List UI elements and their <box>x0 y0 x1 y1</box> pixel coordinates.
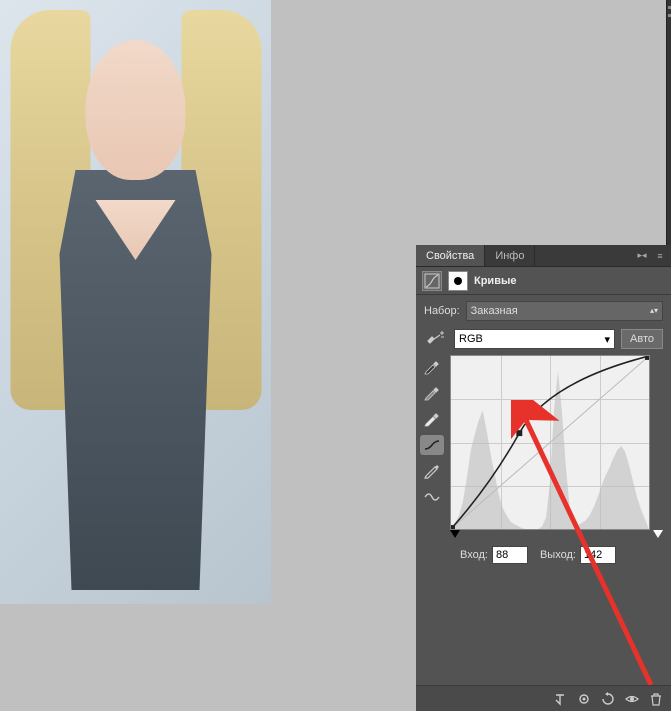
preset-label: Набор: <box>424 305 460 317</box>
channel-value: RGB <box>459 333 483 345</box>
curve-black-point[interactable] <box>451 525 455 529</box>
panel-menu-icon[interactable]: ≡ <box>653 249 667 263</box>
adjustment-title: Кривые <box>474 275 516 287</box>
curves-graph[interactable] <box>450 355 650 530</box>
baseline <box>451 356 649 529</box>
panel-dock-right[interactable] <box>666 0 671 250</box>
black-point-slider[interactable] <box>450 530 460 538</box>
dropdown-icon: ▾ <box>604 333 610 346</box>
smooth-curve-icon[interactable] <box>420 487 444 507</box>
tab-info[interactable]: Инфо <box>485 245 535 266</box>
adjustment-header: Кривые <box>416 267 671 295</box>
input-label: Вход: <box>460 549 488 561</box>
preset-value: Заказная <box>471 305 518 317</box>
curves-adjustment-icon[interactable] <box>422 271 442 291</box>
visibility-icon[interactable] <box>621 689 643 709</box>
tab-properties[interactable]: Свойства <box>416 245 485 266</box>
image-content <box>0 0 271 604</box>
view-previous-icon[interactable] <box>573 689 595 709</box>
reset-icon[interactable] <box>597 689 619 709</box>
layer-mask-icon[interactable] <box>448 271 468 291</box>
panel-tabs: Свойства Инфо ▸◂ ≡ <box>416 245 671 267</box>
curve-control-point[interactable] <box>516 430 522 436</box>
input-field[interactable]: 88 <box>492 546 528 564</box>
pencil-tool-icon[interactable] <box>420 461 444 481</box>
targeted-adjustment-icon[interactable] <box>424 329 448 349</box>
white-point-slider[interactable] <box>653 530 663 538</box>
auto-button[interactable]: Авто <box>621 329 663 349</box>
properties-panel: Свойства Инфо ▸◂ ≡ Кривые Набор: Заказна… <box>416 245 671 711</box>
eyedropper-gray-icon[interactable] <box>420 383 444 403</box>
trash-icon[interactable] <box>645 689 667 709</box>
panel-footer <box>416 685 671 711</box>
collapse-icon[interactable]: ▸◂ <box>635 249 649 263</box>
channel-dropdown[interactable]: RGB ▾ <box>454 329 615 349</box>
document-canvas[interactable] <box>0 0 271 604</box>
output-label: Выход: <box>540 549 576 561</box>
dropdown-arrows-icon: ▴▾ <box>650 309 658 313</box>
curve-point-tool-icon[interactable] <box>420 435 444 455</box>
curve-white-point[interactable] <box>645 356 649 360</box>
eyedropper-black-icon[interactable] <box>420 357 444 377</box>
eyedropper-white-icon[interactable] <box>420 409 444 429</box>
clip-to-layer-icon[interactable] <box>549 689 571 709</box>
output-field[interactable]: 142 <box>580 546 616 564</box>
preset-dropdown[interactable]: Заказная ▴▾ <box>466 301 663 321</box>
curves-tool-column <box>420 355 446 540</box>
